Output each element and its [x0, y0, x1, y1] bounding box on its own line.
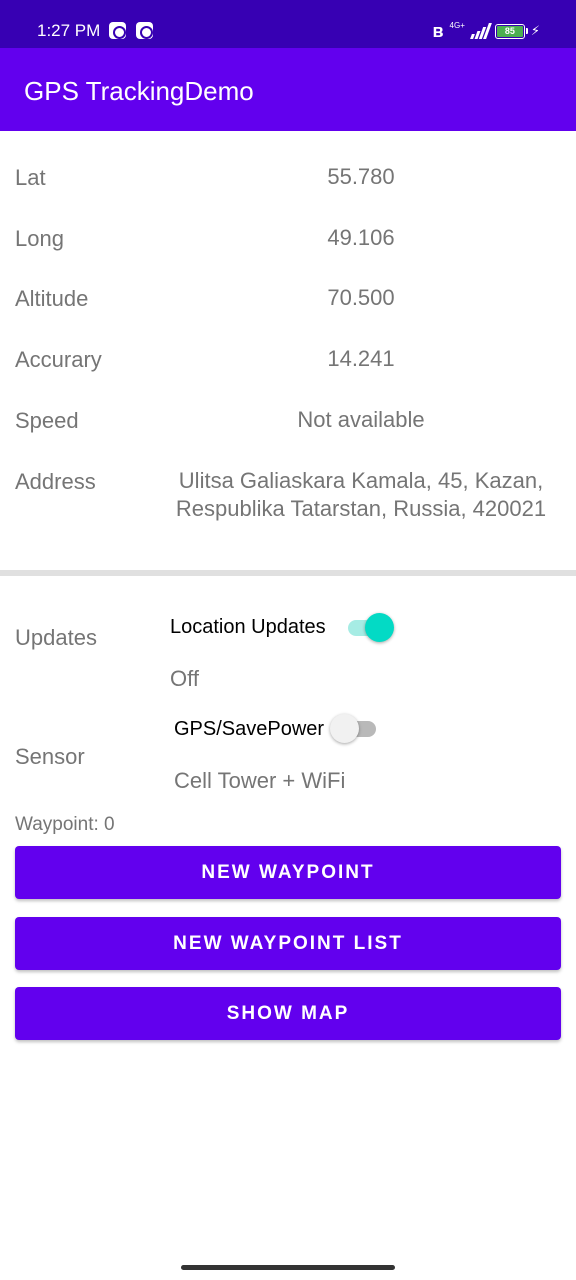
- show-map-button[interactable]: SHOW MAP: [15, 987, 561, 1040]
- status-time: 1:27 PM: [37, 21, 101, 40]
- speed-value: Not available: [297, 407, 425, 432]
- accuracy-value: 14.241: [327, 346, 395, 371]
- app-bar: GPS TrackingDemo: [0, 48, 576, 131]
- lat-value: 55.780: [327, 164, 395, 189]
- address-line-1: Ulitsa Galiaskara Kamala, 45, Kazan,: [178, 468, 544, 493]
- altitude-value: 70.500: [327, 285, 395, 310]
- battery-icon: 85: [494, 23, 528, 39]
- lat-label: Lat: [15, 165, 46, 190]
- status-icons: ʙ 4G+ 85 ⚡: [432, 19, 540, 43]
- switch-thumb: [330, 714, 359, 743]
- gps-savepower-switch[interactable]: [330, 713, 380, 743]
- bluetooth-icon: ʙ: [432, 21, 444, 41]
- accuracy-label: Accurary: [15, 347, 102, 372]
- network-type: 4G+: [449, 20, 465, 30]
- app-notification-icon: [136, 22, 153, 39]
- status-bar: 1:27 PM ʙ 4G+ 85 ⚡: [0, 0, 576, 48]
- new-waypoint-list-button[interactable]: NEW WAYPOINT LIST: [15, 917, 561, 970]
- location-updates-label: Location Updates: [170, 616, 326, 638]
- address-label: Address: [15, 469, 96, 494]
- new-waypoint-button[interactable]: NEW WAYPOINT: [15, 846, 561, 899]
- location-updates-switch[interactable]: [346, 612, 396, 642]
- section-divider: [0, 570, 576, 576]
- home-indicator[interactable]: [181, 1265, 395, 1270]
- waypoint-count: Waypoint: 0: [15, 814, 115, 835]
- long-value: 49.106: [327, 225, 395, 250]
- gps-savepower-label: GPS/SavePower: [174, 718, 325, 740]
- address-value: Ulitsa Galiaskara Kamala, 45, Kazan, Res…: [160, 467, 562, 523]
- speed-label: Speed: [15, 408, 79, 433]
- charging-icon: ⚡: [530, 23, 540, 38]
- app-notification-icon: [109, 22, 126, 39]
- sensor-label: Sensor: [15, 744, 85, 769]
- altitude-label: Altitude: [15, 286, 89, 311]
- app-title: GPS TrackingDemo: [24, 76, 254, 106]
- signal-icon: [469, 23, 492, 39]
- address-line-2: Respublika Tatarstan, Russia, 420021: [175, 496, 547, 521]
- updates-label: Updates: [15, 625, 97, 650]
- long-label: Long: [15, 226, 64, 251]
- sensor-status: Cell Tower + WiFi: [174, 768, 346, 793]
- battery-level: 85: [496, 25, 523, 37]
- updates-status: Off: [170, 666, 199, 691]
- switch-thumb: [365, 613, 394, 642]
